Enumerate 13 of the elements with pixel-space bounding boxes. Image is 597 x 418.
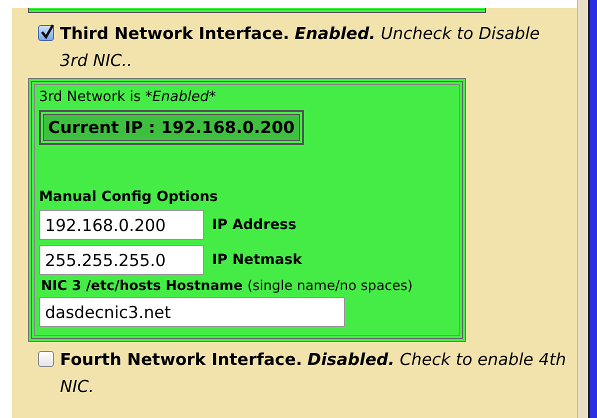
- nic-toggle-label: Third Network Interface. Enabled. Uncheck to Disable 3rd NIC..: [60, 23, 541, 72]
- ip-input-field[interactable]: 192.168.0.200: [38, 210, 204, 240]
- checkbox[interactable]: [38, 351, 54, 367]
- field-label: IP Address: [212, 217, 296, 233]
- manual-config-heading: Manual Config Options: [38, 189, 219, 205]
- nic-toggle-label: Fourth Network Interface. Disabled. Check to enable 4th NIC.: [60, 349, 568, 398]
- network-status-text: 3rd Network is *Enabled*: [38, 88, 217, 107]
- field-label: IP Netmask: [212, 252, 302, 268]
- hostname-label: NIC 3 /etc/hosts Hostname (single name/no spaces): [40, 278, 414, 294]
- current-ip-display: Current IP : 192.168.0.200: [38, 110, 304, 145]
- hostname-input-field[interactable]: dasdecnic3.net: [38, 297, 345, 327]
- ip-input-field[interactable]: 255.255.255.0: [38, 245, 204, 275]
- checkbox[interactable]: [38, 25, 54, 41]
